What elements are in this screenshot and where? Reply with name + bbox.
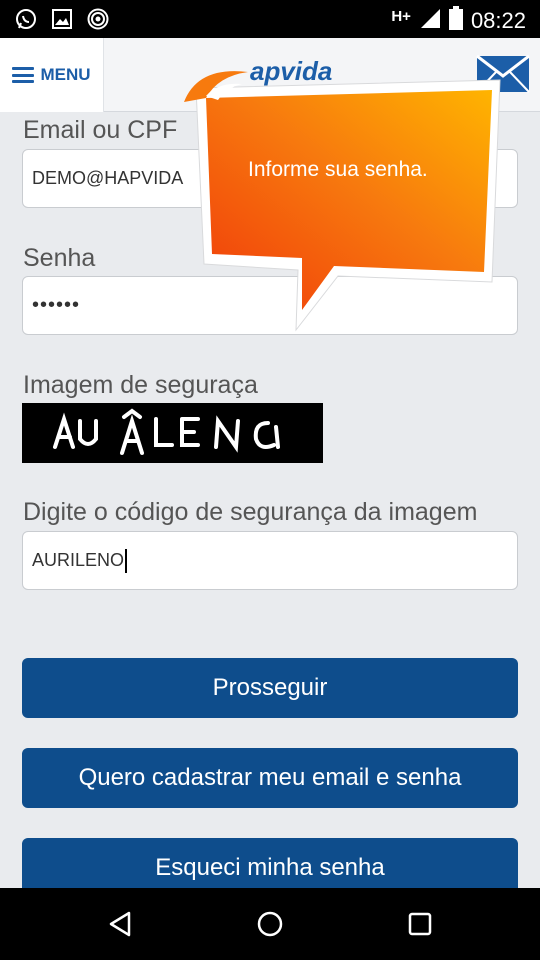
proceed-button[interactable]: Prosseguir [22, 658, 518, 718]
register-button[interactable]: Quero cadastrar meu email e senha [22, 748, 518, 808]
hotspot-icon [86, 7, 110, 31]
email-label: Email ou CPF [23, 116, 178, 144]
image-icon [50, 7, 74, 31]
tooltip-text: Informe sua senha. [248, 158, 428, 181]
password-label: Senha [23, 244, 96, 272]
clock: 08:22 [470, 7, 526, 33]
menu-button[interactable]: MENU [0, 38, 104, 112]
captcha-image [22, 403, 323, 463]
whatsapp-icon [14, 7, 38, 31]
forgot-password-button[interactable]: Esqueci minha senha [22, 838, 518, 888]
captcha-label: Imagem de seguraça [23, 371, 258, 399]
hamburger-icon [12, 67, 35, 83]
battery-icon [448, 6, 463, 35]
signal-icon [419, 7, 441, 34]
tooltip-bubble [178, 58, 508, 333]
home-icon[interactable] [252, 906, 288, 942]
back-icon[interactable] [102, 906, 138, 942]
menu-label: MENU [40, 65, 91, 84]
captcha-code-input[interactable]: AURILENO [22, 531, 518, 590]
code-label: Digite o código de segurança da imagem [23, 498, 478, 526]
system-nav-bar [0, 888, 540, 960]
recents-icon[interactable] [402, 906, 438, 942]
network-type: H+ [391, 8, 411, 25]
status-bar: H+ 08:22 [0, 0, 540, 38]
text-cursor [125, 548, 128, 573]
captcha-code-value: AURILENO [32, 550, 125, 570]
